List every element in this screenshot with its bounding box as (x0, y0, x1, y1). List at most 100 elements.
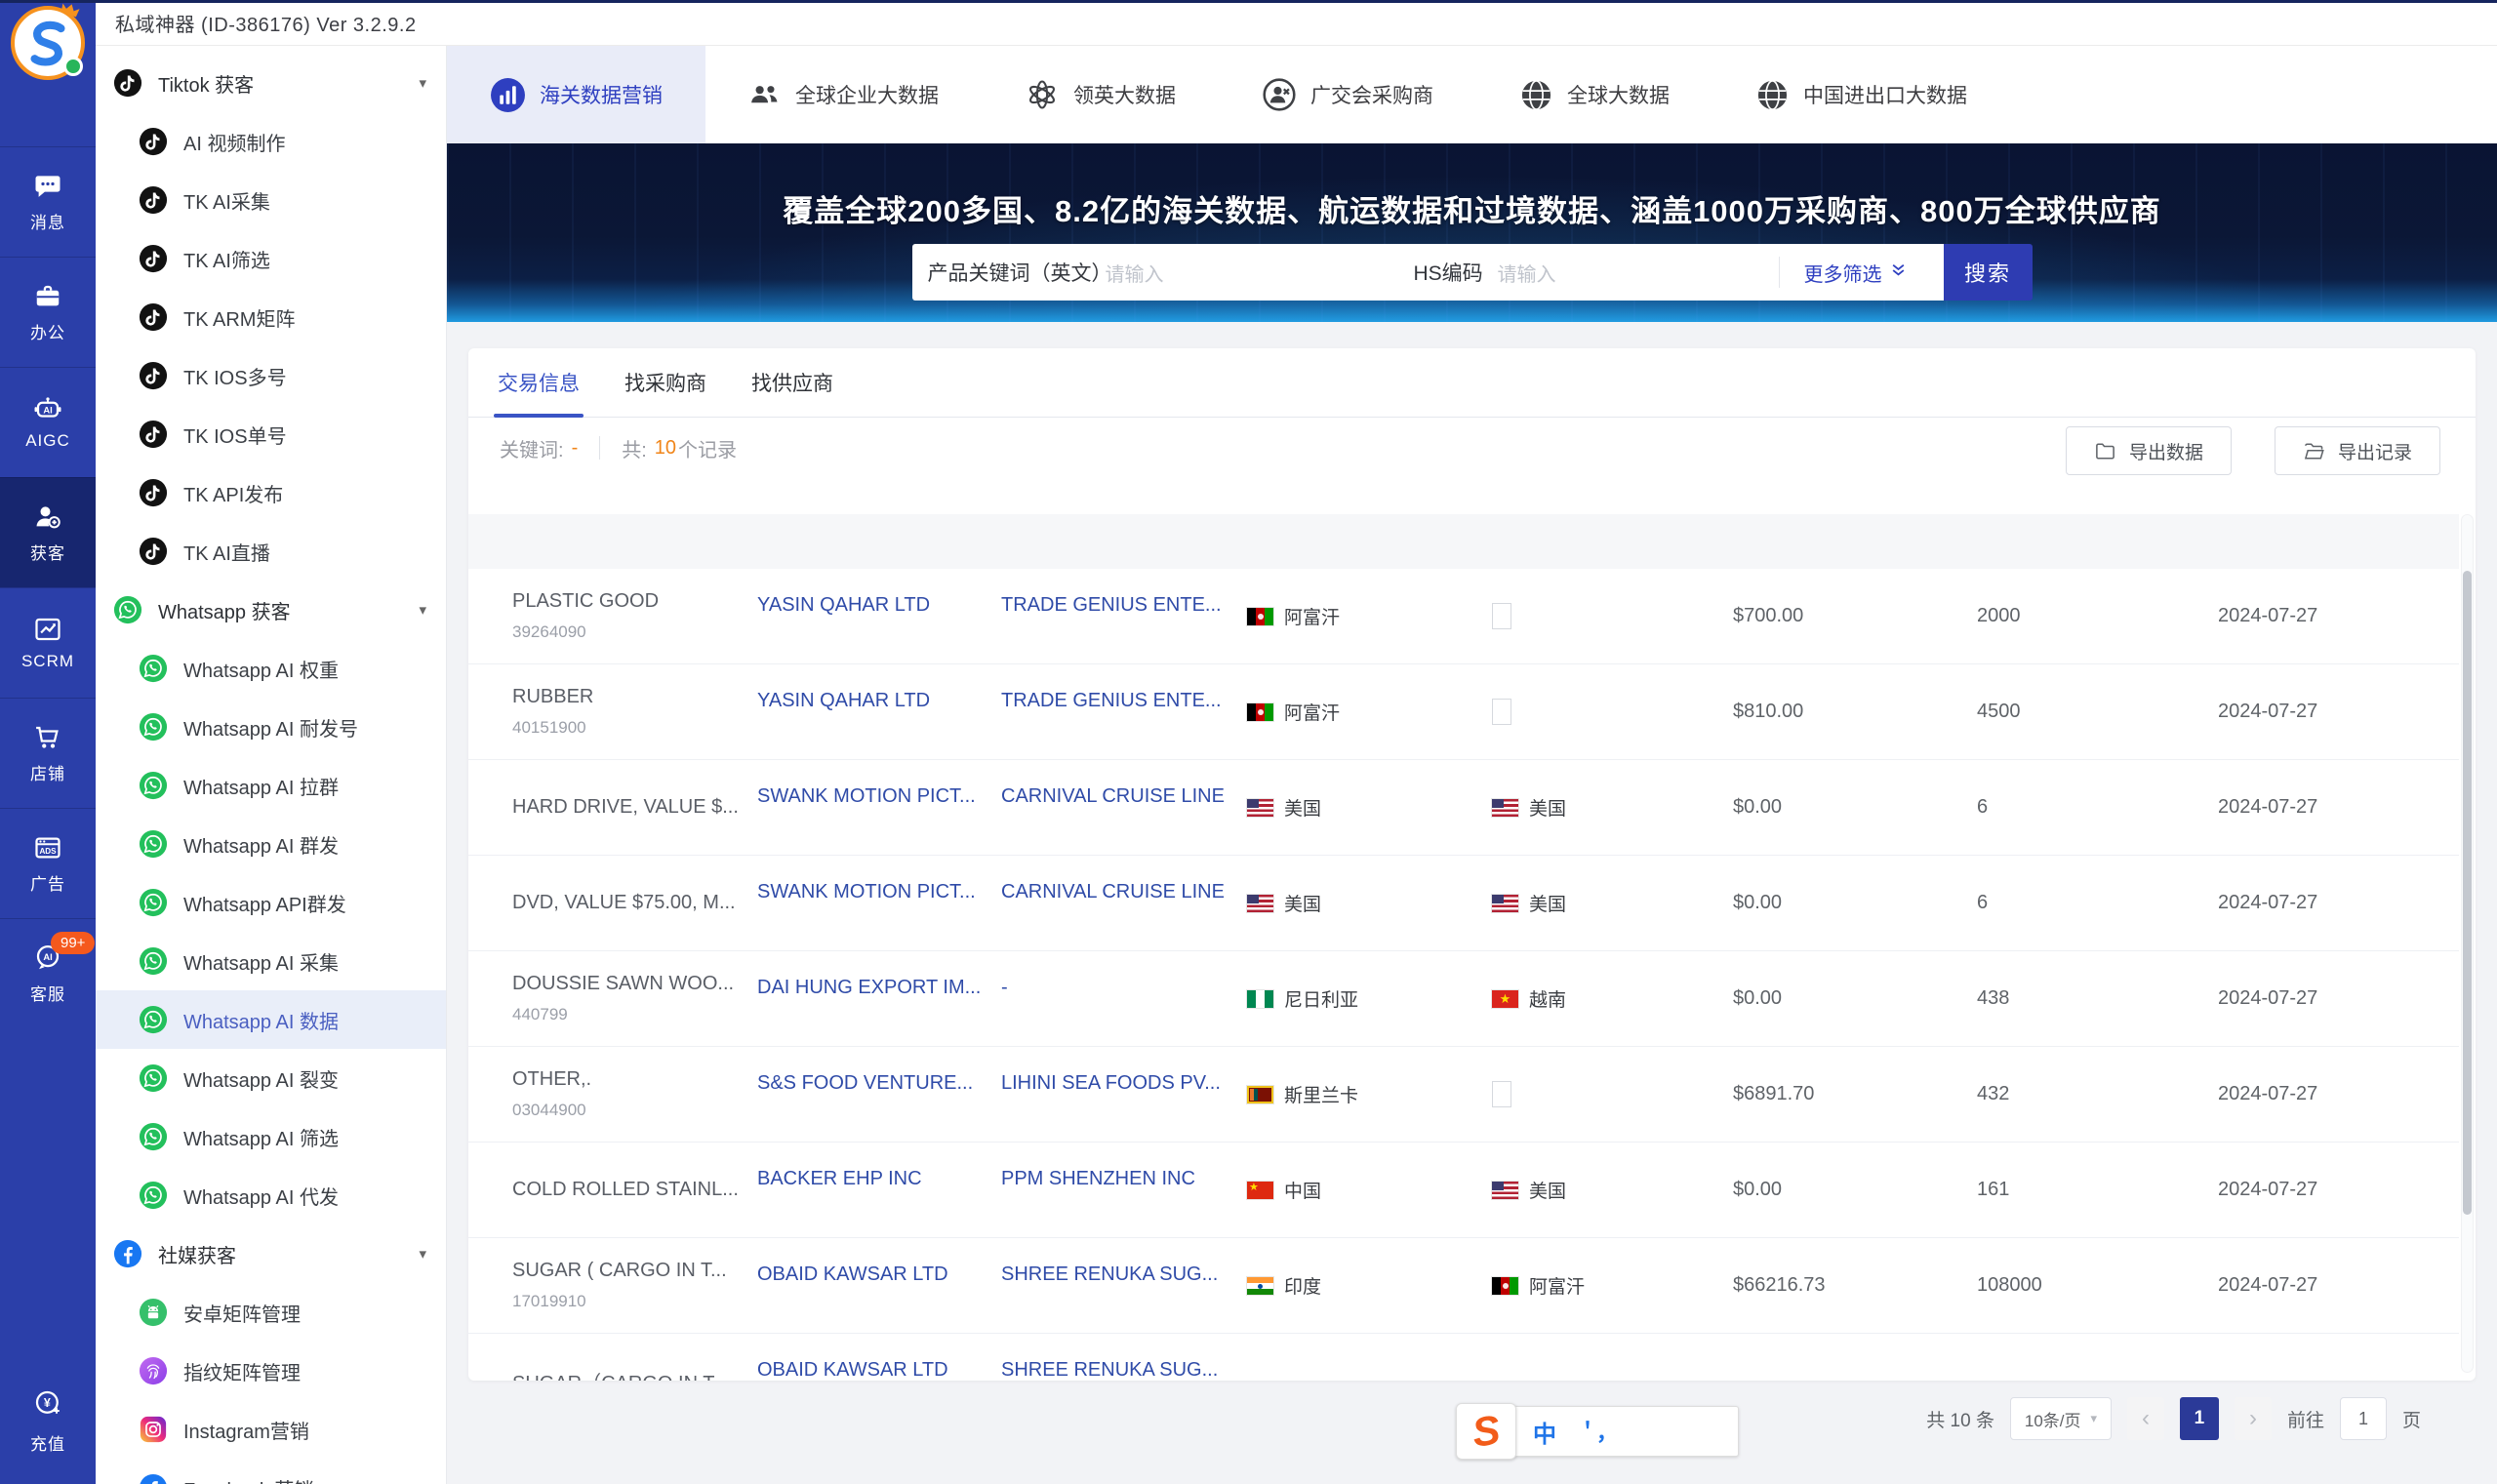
submenu-item[interactable]: Instagram营销 (96, 1400, 446, 1459)
origin-country-name: 阿富汗 (1284, 608, 1341, 628)
nav-tab[interactable]: 广交会采购商 (1219, 46, 1476, 143)
sidebar-item[interactable]: AI AIGC (0, 367, 96, 477)
buyer-link[interactable]: YASIN QAHAR LTD (757, 690, 930, 712)
keyword-input[interactable]: 请输入 (1106, 244, 1164, 301)
export-button[interactable]: 导出数据 (2065, 426, 2232, 475)
ime-logo[interactable]: S (1456, 1403, 1516, 1460)
submenu-item[interactable]: Whatsapp 获客 (96, 581, 446, 639)
buyer-link[interactable]: SWANK MOTION PICT... (757, 785, 976, 808)
submenu-item[interactable]: TK IOS多号 (96, 346, 446, 405)
supplier-link[interactable]: CARNIVAL CRUISE LINE (1001, 881, 1225, 903)
buyer-link[interactable]: OBAID KAWSAR LTD (757, 1359, 948, 1381)
table-row[interactable]: HARD DRIVE, VALUE $... SWANK MOTION PICT… (468, 760, 2459, 856)
scrollbar-thumb[interactable] (2463, 571, 2472, 1215)
search-box[interactable]: 产品关键词（英文） 请输入 HS编码 请输入 更多筛选 (911, 244, 1944, 301)
submenu-item[interactable]: Whatsapp AI 群发 (96, 815, 446, 873)
submenu-item[interactable]: TK AI直播 (96, 522, 446, 581)
nav-tab[interactable]: 领英大数据 (982, 46, 1219, 143)
table-row[interactable]: SUGAR（CARGO IN T... OBAID KAWSAR LTD SHR… (468, 1334, 2459, 1381)
submenu-item[interactable]: Whatsapp AI 裂变 (96, 1049, 446, 1107)
export-buttons: 导出数据 导出记录 (2065, 426, 2440, 475)
next-page-button[interactable]: › (2234, 1397, 2272, 1440)
supplier-link[interactable]: TRADE GENIUS ENTE... (1001, 594, 1222, 617)
buyer-link[interactable]: DAI HUNG EXPORT IM... (757, 977, 981, 999)
supplier-link[interactable]: TRADE GENIUS ENTE... (1001, 690, 1222, 712)
export-button[interactable]: 导出记录 (2274, 426, 2440, 475)
total-amount: $810.00 (1733, 701, 1804, 722)
submenu-item[interactable]: 安卓矩阵管理 (96, 1283, 446, 1342)
hs-code: 39264090 (512, 622, 586, 641)
goto-page-input[interactable]: 1 (2339, 1397, 2387, 1440)
hs-code-input[interactable]: 请输入 (1498, 244, 1556, 301)
submenu-item[interactable]: 指纹矩阵管理 (96, 1342, 446, 1400)
submenu-item[interactable]: TK IOS单号 (96, 405, 446, 463)
submenu-item[interactable]: Facebook 营销 (96, 1459, 446, 1484)
nav-tab[interactable]: 中国进出口大数据 (1712, 46, 2010, 143)
supplier-link[interactable]: SHREE RENUKA SUG... (1001, 1359, 1218, 1381)
buyer-link[interactable]: OBAID KAWSAR LTD (757, 1263, 948, 1286)
submenu-item[interactable]: Whatsapp API群发 (96, 873, 446, 932)
submenu-item[interactable]: Tiktok 获客 (96, 54, 446, 112)
supplier-link[interactable]: PPM SHENZHEN INC (1001, 1168, 1195, 1190)
supplier-link[interactable]: SHREE RENUKA SUG... (1001, 1263, 1218, 1286)
table-row[interactable]: COLD ROLLED STAINL... BACKER EHP INC PPM… (468, 1143, 2459, 1238)
submenu-item[interactable]: TK AI采集 (96, 171, 446, 229)
submenu-item[interactable]: Whatsapp AI 耐发号 (96, 698, 446, 756)
supplier-link[interactable]: - (1001, 977, 1008, 999)
submenu-item[interactable]: TK ARM矩阵 (96, 288, 446, 346)
buyer-link[interactable]: YASIN QAHAR LTD (757, 594, 930, 617)
submenu-item[interactable]: TK AI筛选 (96, 229, 446, 288)
submenu-item[interactable]: Whatsapp AI 筛选 (96, 1107, 446, 1166)
submenu-item[interactable]: Whatsapp AI 数据 (96, 990, 446, 1049)
ime-language-toggle[interactable]: 中 (1533, 1415, 1556, 1449)
submenu-item[interactable]: Whatsapp AI 代发 (96, 1166, 446, 1224)
submenu-item[interactable]: Whatsapp AI 拉群 (96, 756, 446, 815)
ime-punctuation-toggle[interactable]: ＇， (1577, 1416, 1618, 1447)
submenu-item[interactable]: Whatsapp AI 采集 (96, 932, 446, 990)
sidebar-item[interactable]: ADS 广告 (0, 808, 96, 918)
sidebar-item[interactable]: 办公 (0, 257, 96, 367)
sidebar-item-recharge[interactable]: ¥ 充值 (0, 1375, 96, 1468)
supplier-link[interactable]: CARNIVAL CRUISE LINE (1001, 785, 1225, 808)
destination-flag-icon (1492, 1081, 1511, 1107)
submenu-item[interactable]: 社媒获客 (96, 1224, 446, 1283)
submenu-item-label: TK AI采集 (183, 191, 270, 214)
buyer-link[interactable]: SWANK MOTION PICT... (757, 881, 976, 903)
page-size-select[interactable]: 10条/页 ▾ (2009, 1397, 2112, 1440)
current-page[interactable]: 1 (2179, 1397, 2219, 1440)
nav-tab[interactable]: 全球大数据 (1476, 46, 1712, 143)
main-area: 海关数据营销 全球企业大数据 领英大数据 广交会采购商 全球大数据 中国进出口大… (447, 46, 2497, 1484)
submenu-item-label: 社媒获客 (158, 1245, 236, 1267)
content-tab[interactable]: 找供应商 (751, 348, 833, 417)
table-scrollbar[interactable] (2461, 514, 2474, 1373)
submenu-item-label: TK IOS多号 (183, 367, 287, 389)
app-logo[interactable] (11, 3, 85, 80)
prev-page-button[interactable]: ‹ (2126, 1397, 2164, 1440)
nav-tab[interactable]: 全球企业大数据 (705, 46, 982, 143)
buyer-link[interactable]: S&S FOOD VENTURE... (757, 1072, 973, 1095)
table-row[interactable]: DVD, VALUE $75.00, M... SWANK MOTION PIC… (468, 856, 2459, 951)
submenu-item[interactable]: AI 视频制作 (96, 112, 446, 171)
sidebar-item[interactable]: 店铺 (0, 698, 96, 808)
table-row[interactable]: PLASTIC GOOD 39264090 YASIN QAHAR LTD TR… (468, 569, 2459, 664)
table-row[interactable]: RUBBER 40151900 YASIN QAHAR LTD TRADE GE… (468, 664, 2459, 760)
supplier-link[interactable]: LIHINI SEA FOODS PV... (1001, 1072, 1221, 1095)
sidebar-item[interactable]: SCRM (0, 587, 96, 698)
submenu-item[interactable]: TK API发布 (96, 463, 446, 522)
more-filters-button[interactable]: 更多筛选 (1804, 244, 1907, 301)
submenu-item-label: Whatsapp AI 耐发号 (183, 718, 358, 741)
submenu-item-label: 安卓矩阵管理 (183, 1304, 301, 1326)
nav-tab[interactable]: 海关数据营销 (447, 46, 705, 143)
table-row[interactable]: DOUSSIE SAWN WOO... 440799 DAI HUNG EXPO… (468, 951, 2459, 1047)
table-row[interactable]: OTHER,. 03044900 S&S FOOD VENTURE... LIH… (468, 1047, 2459, 1143)
export-button-label: 导出数据 (2128, 442, 2203, 463)
search-button[interactable]: 搜索 (1943, 244, 2033, 301)
buyer-link[interactable]: BACKER EHP INC (757, 1168, 922, 1190)
sidebar-item[interactable]: AI 99+ 客服 (0, 918, 96, 1028)
table-row[interactable]: SUGAR ( CARGO IN T... 17019910 OBAID KAW… (468, 1238, 2459, 1334)
sidebar-item[interactable]: 获客 (0, 477, 96, 587)
submenu-item[interactable]: Whatsapp AI 权重 (96, 639, 446, 698)
content-tab[interactable]: 交易信息 (494, 348, 584, 418)
sidebar-item[interactable]: 消息 (0, 146, 96, 257)
content-tab[interactable]: 找采购商 (624, 348, 706, 417)
